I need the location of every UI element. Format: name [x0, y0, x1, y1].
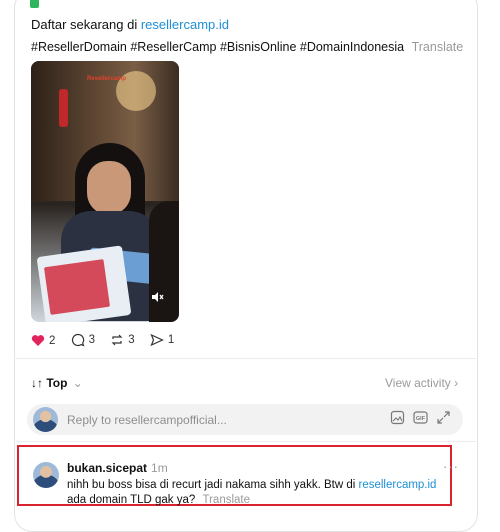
comment-button[interactable]: 3: [71, 333, 95, 347]
video-laptop-screen: [43, 259, 111, 315]
divider: [14, 441, 476, 442]
gif-icon[interactable]: GIF: [413, 410, 428, 425]
video-logo-text: Resellercamp: [87, 76, 127, 82]
divider: [14, 358, 476, 359]
sort-label: Top: [46, 376, 68, 390]
post-translate-link[interactable]: Translate: [412, 40, 464, 54]
reply-placeholder: Reply to resellercampofficial...: [67, 413, 227, 427]
comment-translate-link[interactable]: Translate: [203, 494, 251, 506]
comment-item: bukan.sicepat 1m nihh bu boss bisa di rec…: [17, 445, 452, 506]
send-icon: [150, 333, 164, 347]
view-activity-link[interactable]: View activity ›: [385, 376, 458, 390]
heart-icon: [31, 335, 45, 346]
comment-text-part: ada domain TLD gak ya?: [67, 494, 196, 506]
post-video[interactable]: Resellercamp: [31, 61, 179, 322]
post-register-line: Daftar sekarang di resellercamp.id: [31, 17, 229, 32]
chevron-right-icon: ›: [454, 376, 459, 390]
video-person-face: [87, 161, 131, 215]
video-extinguisher: [59, 89, 68, 127]
check-icon: [30, 0, 39, 9]
expand-icon[interactable]: [436, 410, 451, 425]
svg-text:GIF: GIF: [416, 416, 426, 422]
reply-tools: GIF: [390, 410, 451, 425]
post-register-text: Daftar sekarang di: [31, 17, 141, 32]
chevron-down-icon: ⌄: [72, 376, 83, 390]
comment-text-part: nihh bu boss bisa di recurt jadi nakama …: [67, 479, 359, 491]
post-actions: 2 3 3 1: [31, 333, 186, 349]
comment-header: bukan.sicepat 1m: [67, 461, 168, 475]
comment-icon: [71, 333, 85, 347]
comment-text: nihh bu boss bisa di recurt jadi nakama …: [67, 478, 447, 508]
hashtags-text[interactable]: #ResellerDomain #ResellerCamp #BisnisOnl…: [31, 40, 404, 54]
post-hashtags: #ResellerDomain #ResellerCamp #BisnisOnl…: [31, 40, 463, 54]
repost-button[interactable]: 3: [110, 333, 135, 347]
image-icon[interactable]: [390, 410, 405, 425]
share-button[interactable]: 1: [150, 333, 174, 347]
comment-username[interactable]: bukan.sicepat: [67, 461, 147, 475]
avatar[interactable]: [33, 462, 59, 488]
like-count: 2: [49, 334, 56, 347]
repost-icon: [111, 334, 123, 346]
comment-count: 3: [88, 334, 96, 346]
mute-icon[interactable]: [150, 290, 164, 307]
avatar: [33, 407, 58, 432]
sort-dropdown[interactable]: ↓↑ Top ⌄: [31, 376, 83, 390]
comment-timestamp: 1m: [151, 461, 168, 475]
repost-count: 3: [128, 334, 135, 346]
post-register-link[interactable]: resellercamp.id: [141, 17, 229, 32]
previous-line-clipped: [30, 0, 45, 10]
comment-link[interactable]: resellercamp.id: [358, 479, 436, 491]
view-activity-label: View activity: [385, 376, 451, 390]
more-options-icon[interactable]: ···: [443, 459, 459, 474]
reply-input[interactable]: Reply to resellercampofficial... GIF: [27, 404, 463, 435]
like-button[interactable]: 2: [31, 334, 55, 347]
sort-icon: ↓↑: [31, 376, 43, 390]
share-count: 1: [167, 334, 175, 346]
